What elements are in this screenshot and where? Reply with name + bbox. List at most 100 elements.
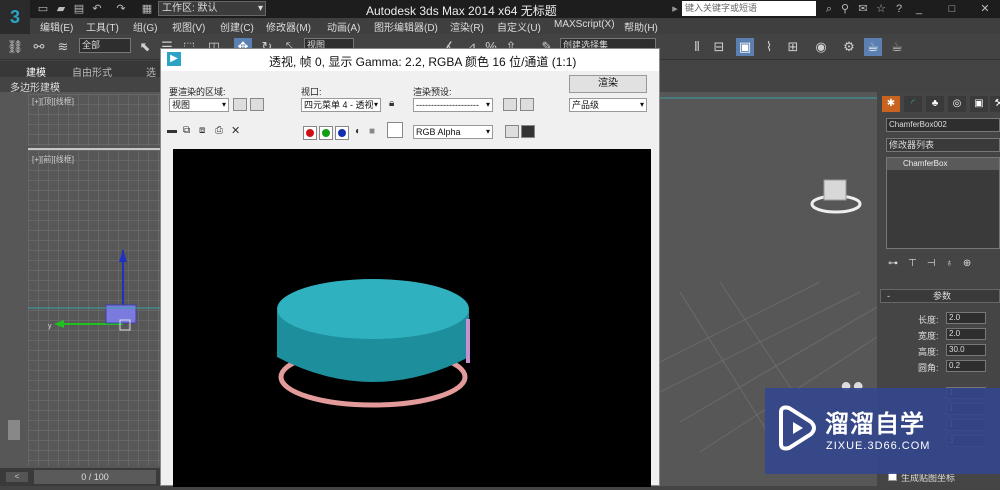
- timeline-prev-icon[interactable]: <: [6, 472, 28, 482]
- watermark-logo-icon: [779, 405, 816, 451]
- help-icon[interactable]: ?: [892, 2, 906, 16]
- redo-icon[interactable]: ↷: [114, 2, 128, 16]
- monochrome-icon[interactable]: ■: [369, 126, 375, 137]
- display-tab-icon[interactable]: ▣: [970, 96, 988, 112]
- clone-window-icon[interactable]: ⧈: [199, 125, 211, 137]
- environment-icon[interactable]: [520, 98, 534, 111]
- length-input[interactable]: 2.0: [946, 312, 986, 324]
- open-file-icon[interactable]: ▰: [54, 2, 68, 16]
- blue-channel-toggle[interactable]: [335, 126, 349, 140]
- frame-slider[interactable]: 0 / 100: [34, 470, 156, 484]
- auto-region-icon[interactable]: [250, 98, 264, 111]
- render-window-title: 透视, 帧 0, 显示 Gamma: 2.2, RGBA 颜色 16 位/通道 …: [269, 55, 577, 69]
- fillet-input[interactable]: 0.2: [946, 360, 986, 372]
- new-file-icon[interactable]: ▭: [36, 2, 50, 16]
- copy-image-icon[interactable]: ⧉: [183, 125, 195, 137]
- favorites-icon[interactable]: ☆: [874, 2, 888, 16]
- alpha-toggle-icon[interactable]: ◐: [355, 126, 361, 137]
- render-area-dropdown[interactable]: 视图 ▾: [169, 98, 229, 112]
- render-setup-small-icon[interactable]: [503, 98, 517, 111]
- unlink-icon[interactable]: ⚯: [30, 38, 48, 56]
- render-preset-dropdown[interactable]: --------------------- ▾: [413, 98, 493, 112]
- viewport-scroll-handle[interactable]: [8, 420, 20, 440]
- workspace-dropdown[interactable]: 工作区: 默认 ▾: [158, 1, 266, 16]
- create-tab-icon[interactable]: ✱: [882, 96, 900, 112]
- rendered-frame-window-icon[interactable]: ☕: [864, 38, 882, 56]
- width-label: 宽度:: [918, 331, 939, 341]
- green-channel-toggle[interactable]: [319, 126, 333, 140]
- menu-graph-editors[interactable]: 图形编辑器(D): [374, 19, 438, 34]
- clear-icon[interactable]: ✕: [231, 124, 243, 137]
- render-quality-dropdown[interactable]: 产品级 ▾: [569, 98, 647, 112]
- utilities-tab-icon[interactable]: ⚒: [990, 96, 1000, 112]
- subscription-icon[interactable]: ⚲: [838, 2, 852, 16]
- stack-tools-row[interactable]: ⊶⊤⊣♁⊕: [888, 258, 1000, 272]
- save-icon[interactable]: ▤: [72, 2, 86, 16]
- height-input[interactable]: 30.0: [946, 344, 986, 356]
- material-editor-icon[interactable]: ◉: [812, 38, 830, 56]
- menu-modifiers[interactable]: 修改器(M): [266, 19, 311, 34]
- menu-create[interactable]: 创建(C): [220, 19, 254, 34]
- render-window-icon: ▶: [167, 52, 181, 66]
- fillet-label: 圆角:: [918, 363, 939, 373]
- width-input[interactable]: 2.0: [946, 328, 986, 340]
- menu-help[interactable]: 帮助(H): [624, 19, 658, 34]
- select-link-icon[interactable]: ⛓: [6, 38, 24, 56]
- schematic-view-icon[interactable]: ⊞: [784, 38, 802, 56]
- print-icon[interactable]: ⎙: [215, 125, 227, 137]
- lock-icon[interactable]: 🔒︎: [389, 98, 394, 109]
- search-input[interactable]: 键入关键字或短语: [682, 1, 816, 16]
- parameters-rollout[interactable]: - 参数: [880, 289, 1000, 303]
- color-swatch[interactable]: [387, 122, 403, 138]
- viewport-dropdown[interactable]: 四元菜单 4 - 透视 ▾: [301, 98, 381, 112]
- close-icon[interactable]: ✕: [978, 2, 992, 16]
- motion-tab-icon[interactable]: ◎: [948, 96, 966, 112]
- undo-icon[interactable]: ↶: [90, 2, 104, 16]
- curve-editor-icon[interactable]: ⌇: [760, 38, 778, 56]
- layer-manager-icon[interactable]: ▣: [736, 38, 754, 56]
- rendered-frame-window: ▶ 透视, 帧 0, 显示 Gamma: 2.2, RGBA 颜色 16 位/通…: [160, 48, 660, 487]
- render-preset-label: 渲染预设:: [413, 87, 452, 97]
- render-canvas: [173, 149, 651, 487]
- bind-space-warp-icon[interactable]: ≋: [54, 38, 72, 56]
- top-viewport-label[interactable]: [+][顶][线框]: [32, 96, 74, 107]
- watermark-banner: 溜溜自学 ZIXUE.3D66.COM: [765, 388, 1000, 474]
- menu-animation[interactable]: 动画(A): [327, 19, 360, 34]
- menu-views[interactable]: 视图(V): [172, 19, 205, 34]
- red-channel-toggle[interactable]: [303, 126, 317, 140]
- menu-maxscript[interactable]: MAXScript(X): [554, 19, 615, 30]
- object-name-field[interactable]: ChamferBox002: [886, 118, 1000, 132]
- render-button[interactable]: 渲染: [569, 75, 647, 93]
- selection-filter-dropdown[interactable]: 全部: [79, 38, 131, 53]
- modify-tab-icon[interactable]: ◜: [904, 96, 922, 112]
- render-area-label: 要渲染的区域:: [169, 87, 226, 97]
- render-production-icon[interactable]: ☕: [888, 38, 906, 56]
- menu-tools[interactable]: 工具(T): [86, 19, 119, 34]
- watermark-url: ZIXUE.3D66.COM: [826, 440, 931, 452]
- modifier-stack: ChamferBox: [886, 157, 1000, 249]
- menu-customize[interactable]: 自定义(U): [497, 19, 541, 34]
- align-icon[interactable]: ⊟: [710, 38, 728, 56]
- watermark-title: 溜溜自学: [825, 411, 925, 438]
- select-object-icon[interactable]: ⬉: [136, 38, 154, 56]
- app-logo-icon[interactable]: 3: [0, 0, 30, 36]
- menu-group[interactable]: 组(G): [133, 19, 157, 34]
- project-folder-icon[interactable]: ▦: [140, 2, 154, 16]
- communication-icon[interactable]: ✉: [856, 2, 870, 16]
- save-image-icon[interactable]: ▬: [167, 125, 179, 137]
- minimize-icon[interactable]: _: [912, 2, 926, 16]
- edit-region-icon[interactable]: [233, 98, 247, 111]
- maximize-icon[interactable]: □: [945, 2, 959, 16]
- search-icon[interactable]: ⌕: [822, 2, 836, 16]
- modifier-list-dropdown[interactable]: 修改器列表: [886, 138, 1000, 152]
- display-channel-icon[interactable]: [505, 125, 519, 138]
- hierarchy-tab-icon[interactable]: ♣: [926, 96, 944, 112]
- stack-item-chamferbox[interactable]: ChamferBox: [887, 158, 999, 170]
- search-arrow-icon[interactable]: ▸: [668, 2, 682, 16]
- toggle-ui-icon[interactable]: [521, 125, 535, 138]
- menu-edit[interactable]: 编辑(E): [40, 19, 73, 34]
- menu-rendering[interactable]: 渲染(R): [450, 19, 484, 34]
- channel-dropdown[interactable]: RGB Alpha ▾: [413, 125, 493, 139]
- render-setup-icon[interactable]: ⚙: [840, 38, 858, 56]
- mirror-icon[interactable]: ⫴: [688, 38, 706, 56]
